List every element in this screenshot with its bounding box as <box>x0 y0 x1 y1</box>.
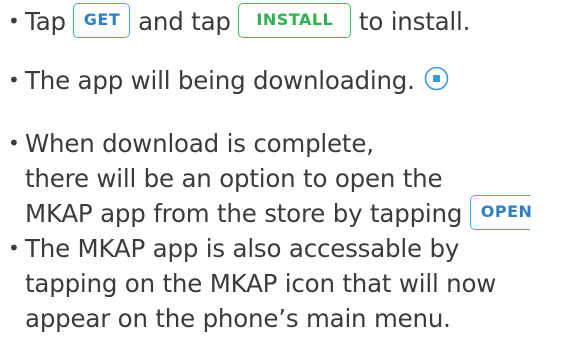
install-button: INSTALL <box>238 2 352 38</box>
bullet: • <box>8 9 20 33</box>
instruction-1-part-2: and tap <box>138 7 231 36</box>
instruction-text-2: The app will being downloading. <box>25 63 449 98</box>
instruction-3-line-2: there will be an option to open the <box>25 164 443 193</box>
instruction-text-3: When download is complete, there will be… <box>25 126 532 231</box>
open-button: OPEN <box>469 194 532 230</box>
instruction-3-line-1: When download is complete, <box>25 129 374 158</box>
instruction-4-line-1: The MKAP app is also accessable by <box>25 234 460 263</box>
instruction-text-4: The MKAP app is also accessable by tappi… <box>25 231 496 336</box>
bullet: • <box>8 68 20 92</box>
instruction-4-line-3: appear on the phone’s main menu. <box>25 304 451 333</box>
get-button: GET <box>73 2 131 38</box>
instruction-3-line-3: MKAP app from the store by tapping OPEN <box>25 194 532 231</box>
instruction-3-line-3-text: MKAP app from the store by tapping <box>25 199 463 228</box>
download-progress-icon <box>424 65 449 91</box>
instruction-1-part-1: Tap <box>25 7 66 36</box>
bullet: • <box>8 131 20 155</box>
instruction-2-text: The app will being downloading. <box>25 66 415 95</box>
instruction-text-1: Tap GET and tap INSTALL to install. <box>25 2 471 41</box>
bullet: • <box>8 236 20 260</box>
instruction-1-part-3: to install. <box>358 7 471 36</box>
instruction-4-line-2: tapping on the MKAP icon that will now <box>25 269 497 298</box>
